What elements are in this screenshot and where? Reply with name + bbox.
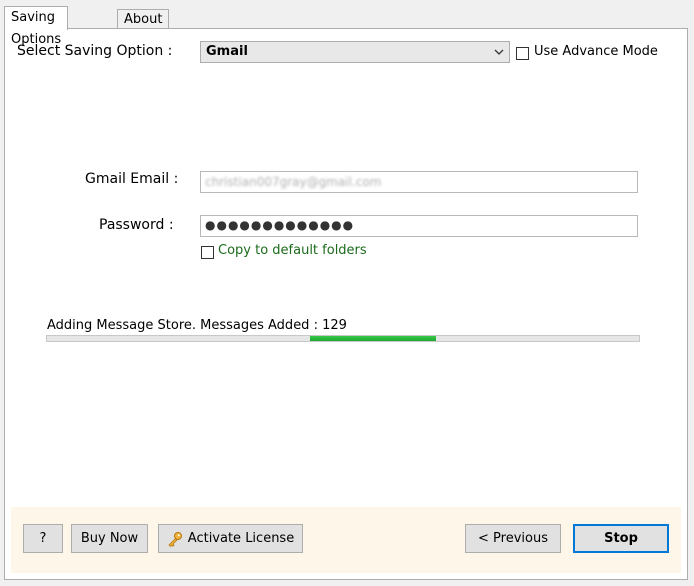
help-button[interactable]: ? <box>23 524 63 553</box>
progress-bar <box>46 335 640 342</box>
saving-options-panel: Select Saving Option : Gmail Use Advance… <box>4 28 688 580</box>
password-label: Password : <box>99 217 174 233</box>
saving-option-value: Gmail <box>206 44 248 59</box>
saving-option-select[interactable]: Gmail <box>200 41 510 63</box>
tab-about[interactable]: About <box>117 9 170 30</box>
gmail-email-value: christian007gray@gmail.com <box>205 175 382 189</box>
chevron-down-icon <box>494 49 504 55</box>
password-value: ●●●●●●●●●●●●● <box>205 218 355 232</box>
copy-default-label: Copy to default folders <box>218 243 367 258</box>
previous-label: < Previous <box>478 531 548 546</box>
gmail-email-label: Gmail Email : <box>85 171 179 187</box>
stop-label: Stop <box>604 531 638 546</box>
progress-bar-fill <box>310 336 436 341</box>
activate-license-button[interactable]: Activate License <box>158 524 303 553</box>
advance-mode-label: Use Advance Mode <box>534 44 658 59</box>
tab-saving-options[interactable]: Saving Options <box>4 6 69 47</box>
previous-button[interactable]: < Previous <box>465 524 561 553</box>
copy-default-checkbox[interactable] <box>201 246 214 259</box>
app-window: Saving Options About Select Saving Optio… <box>0 0 694 586</box>
activate-license-label: Activate License <box>187 531 295 546</box>
footer-bar: ? Buy Now Activate License < Previous St… <box>11 507 681 573</box>
password-input[interactable]: ●●●●●●●●●●●●● <box>200 215 638 237</box>
buy-now-label: Buy Now <box>80 531 139 546</box>
gmail-email-input[interactable]: christian007gray@gmail.com <box>200 171 638 193</box>
buy-now-button[interactable]: Buy Now <box>71 524 148 553</box>
stop-button[interactable]: Stop <box>573 524 669 553</box>
advance-mode-checkbox[interactable] <box>516 47 529 60</box>
key-icon <box>168 531 182 547</box>
progress-status-text: Adding Message Store. Messages Added : 1… <box>47 318 347 333</box>
